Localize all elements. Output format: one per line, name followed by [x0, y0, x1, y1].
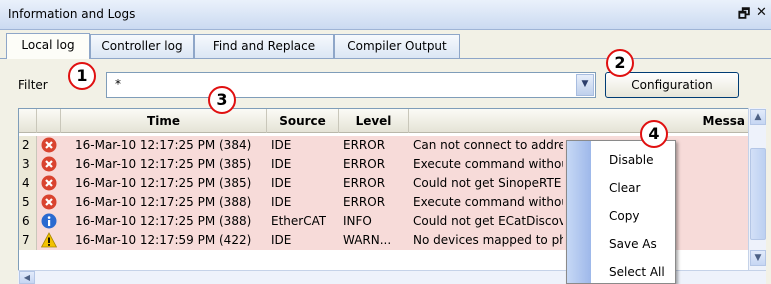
row-number: 2: [19, 136, 37, 155]
row-level: INFO: [343, 214, 372, 228]
callout-2: 2: [606, 49, 634, 77]
header-time[interactable]: Time: [61, 109, 267, 133]
panel-title: Information and Logs: [8, 7, 136, 21]
tab-controller-log[interactable]: Controller log: [90, 34, 194, 58]
row-time: 16-Mar-10 12:17:59 PM (422): [75, 233, 252, 247]
row-number: 5: [19, 193, 37, 212]
row-message: Execute command withou: [413, 195, 563, 209]
error-icon: [41, 137, 57, 153]
row-level: ERROR: [343, 138, 386, 152]
info-icon: [41, 213, 57, 229]
tab-compiler-output[interactable]: Compiler Output: [334, 34, 460, 58]
scroll-left-icon[interactable]: ◀: [19, 271, 35, 284]
vertical-scrollbar[interactable]: ▲ ▼: [748, 108, 766, 270]
header-icon: [37, 109, 61, 133]
panel-titlebar: Information and Logs 🗗 ✕: [0, 0, 771, 30]
menu-item-copy[interactable]: Copy: [609, 209, 639, 223]
callout-1: 1: [68, 62, 96, 90]
header-source[interactable]: Source: [267, 109, 339, 133]
menu-item-disable[interactable]: Disable: [609, 153, 654, 167]
menu-item-select-all[interactable]: Select All: [609, 265, 665, 279]
row-time: 16-Mar-10 12:17:25 PM (385): [75, 176, 252, 190]
tab-local-log[interactable]: Local log: [6, 33, 90, 59]
row-level: WARN...: [343, 233, 392, 247]
row-message: Could not get SinopeRTE: [413, 176, 562, 190]
error-icon: [41, 156, 57, 172]
scroll-thumb[interactable]: [750, 148, 766, 240]
row-message: No devices mapped to ph: [413, 233, 563, 247]
row-time: 16-Mar-10 12:17:25 PM (388): [75, 214, 252, 228]
row-number: 6: [19, 212, 37, 231]
filter-value: *: [115, 77, 121, 91]
scroll-up-icon[interactable]: ▲: [750, 109, 766, 125]
header-rownum: [19, 109, 37, 133]
float-window-icon[interactable]: 🗗: [738, 5, 750, 27]
callout-4: 4: [640, 120, 668, 148]
row-level: ERROR: [343, 157, 386, 171]
menu-item-save-as[interactable]: Save As: [609, 237, 657, 251]
warning-icon: [41, 232, 57, 248]
row-message: Could not get ECatDiscov: [413, 214, 563, 228]
tab-find-and-replace[interactable]: Find and Replace: [194, 34, 334, 58]
chevron-down-icon: ▼: [581, 79, 589, 89]
row-time: 16-Mar-10 12:17:25 PM (388): [75, 195, 252, 209]
error-icon: [41, 194, 57, 210]
row-source: IDE: [271, 195, 292, 209]
row-source: IDE: [271, 233, 292, 247]
row-source: IDE: [271, 138, 292, 152]
row-message: Execute command withou: [413, 157, 563, 171]
row-number: 3: [19, 155, 37, 174]
tab-divider: [0, 58, 771, 59]
row-source: EtherCAT: [271, 214, 327, 228]
context-menu: Disable Clear Copy Save As Select All: [566, 140, 676, 284]
filter-label: Filter: [18, 78, 48, 92]
error-icon: [41, 175, 57, 191]
row-number: 7: [19, 231, 37, 250]
row-source: IDE: [271, 157, 292, 171]
filter-dropdown-button[interactable]: ▼: [576, 74, 594, 96]
row-time: 16-Mar-10 12:17:25 PM (384): [75, 138, 252, 152]
header-message[interactable]: Messa: [409, 109, 749, 133]
close-icon[interactable]: ✕: [756, 5, 767, 20]
menu-item-clear[interactable]: Clear: [609, 181, 640, 195]
filter-input[interactable]: * ▼: [106, 72, 596, 98]
row-level: ERROR: [343, 176, 386, 190]
row-time: 16-Mar-10 12:17:25 PM (385): [75, 157, 252, 171]
scroll-down-icon[interactable]: ▼: [750, 250, 766, 266]
row-level: ERROR: [343, 195, 386, 209]
row-source: IDE: [271, 176, 292, 190]
callout-3: 3: [208, 86, 236, 114]
header-level[interactable]: Level: [339, 109, 409, 133]
menu-icon-strip: [567, 141, 591, 283]
row-message: Can not connect to addre: [413, 138, 563, 152]
row-number: 4: [19, 174, 37, 193]
